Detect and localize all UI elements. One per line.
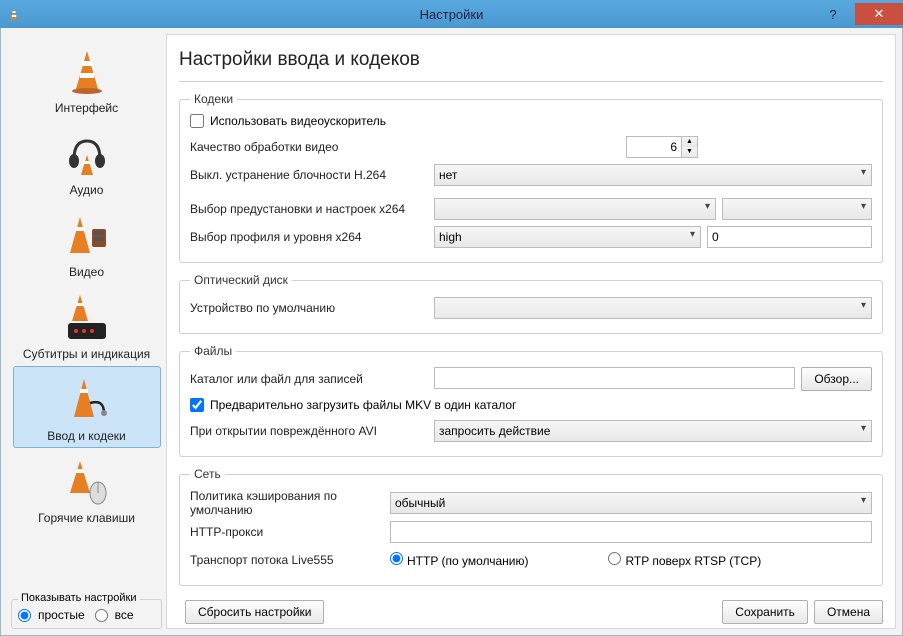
save-button[interactable]: Сохранить [722, 600, 808, 624]
sidebar-item-audio[interactable]: Аудио [13, 120, 161, 202]
input-x264-level[interactable] [707, 226, 872, 248]
group-codecs: Кодеки Использовать видеоускоритель Каче… [179, 92, 883, 263]
select-x264-profile[interactable]: high [434, 226, 701, 248]
checkbox-hw-accel[interactable] [190, 114, 204, 128]
input-record-path[interactable] [434, 367, 795, 389]
radio-all[interactable]: все [95, 608, 134, 622]
group-disc: Оптический диск Устройство по умолчанию [179, 273, 883, 334]
titlebar: Настройки ? ✕ [0, 0, 903, 28]
group-network: Сеть Политика кэширования по умолчанию о… [179, 467, 883, 586]
bottom-bar: Сбросить настройки Сохранить Отмена [179, 596, 883, 624]
display-cone-icon [60, 291, 114, 345]
mouse-cone-icon [60, 455, 114, 509]
select-default-device[interactable] [434, 297, 872, 319]
sidebar-item-input-codecs[interactable]: Ввод и кодеки [13, 366, 161, 448]
sidebar-item-interface[interactable]: Интерфейс [13, 38, 161, 120]
reset-button[interactable]: Сбросить настройки [185, 600, 324, 624]
spinner-quality[interactable]: ▲▼ [626, 136, 702, 158]
show-settings-group: Показывать настройки простые все [11, 599, 162, 629]
spin-down-icon: ▼ [682, 147, 697, 157]
browse-button[interactable]: Обзор... [801, 367, 872, 391]
checkbox-preload-mkv[interactable] [190, 398, 204, 412]
select-h264-deblock[interactable]: нет [434, 164, 872, 186]
sidebar-item-video[interactable]: Видео [13, 202, 161, 284]
radio-live555-http[interactable]: HTTP (по умолчанию) [390, 552, 528, 568]
sidebar-item-subtitles[interactable]: Субтитры и индикация [13, 284, 161, 366]
select-damaged-avi[interactable]: запросить действие [434, 420, 872, 442]
cone-icon [60, 45, 114, 99]
cancel-button[interactable]: Отмена [814, 600, 883, 624]
radio-simple[interactable]: простые [18, 608, 85, 622]
sidebar: Интерфейс Аудио Видео Субтитры и индикац… [7, 34, 166, 629]
cables-cone-icon [60, 373, 114, 427]
main-panel: Настройки ввода и кодеков Кодеки Использ… [166, 34, 896, 629]
radio-live555-rtp[interactable]: RTP поверх RTSP (TCP) [608, 552, 761, 568]
help-button[interactable]: ? [811, 3, 855, 25]
group-files: Файлы Каталог или файл для записей Обзор… [179, 344, 883, 457]
select-x264-preset[interactable] [434, 198, 716, 220]
window-title: Настройки [420, 7, 484, 22]
select-cache-policy[interactable]: обычный [390, 492, 872, 514]
film-cone-icon [60, 209, 114, 263]
spin-up-icon: ▲ [682, 137, 697, 147]
headphones-cone-icon [60, 127, 114, 181]
select-x264-tune[interactable] [722, 198, 872, 220]
page-title: Настройки ввода и кодеков [179, 43, 883, 82]
close-button[interactable]: ✕ [855, 3, 903, 25]
sidebar-item-hotkeys[interactable]: Горячие клавиши [13, 448, 161, 530]
input-http-proxy[interactable] [390, 521, 872, 543]
vlc-app-icon [6, 6, 22, 22]
